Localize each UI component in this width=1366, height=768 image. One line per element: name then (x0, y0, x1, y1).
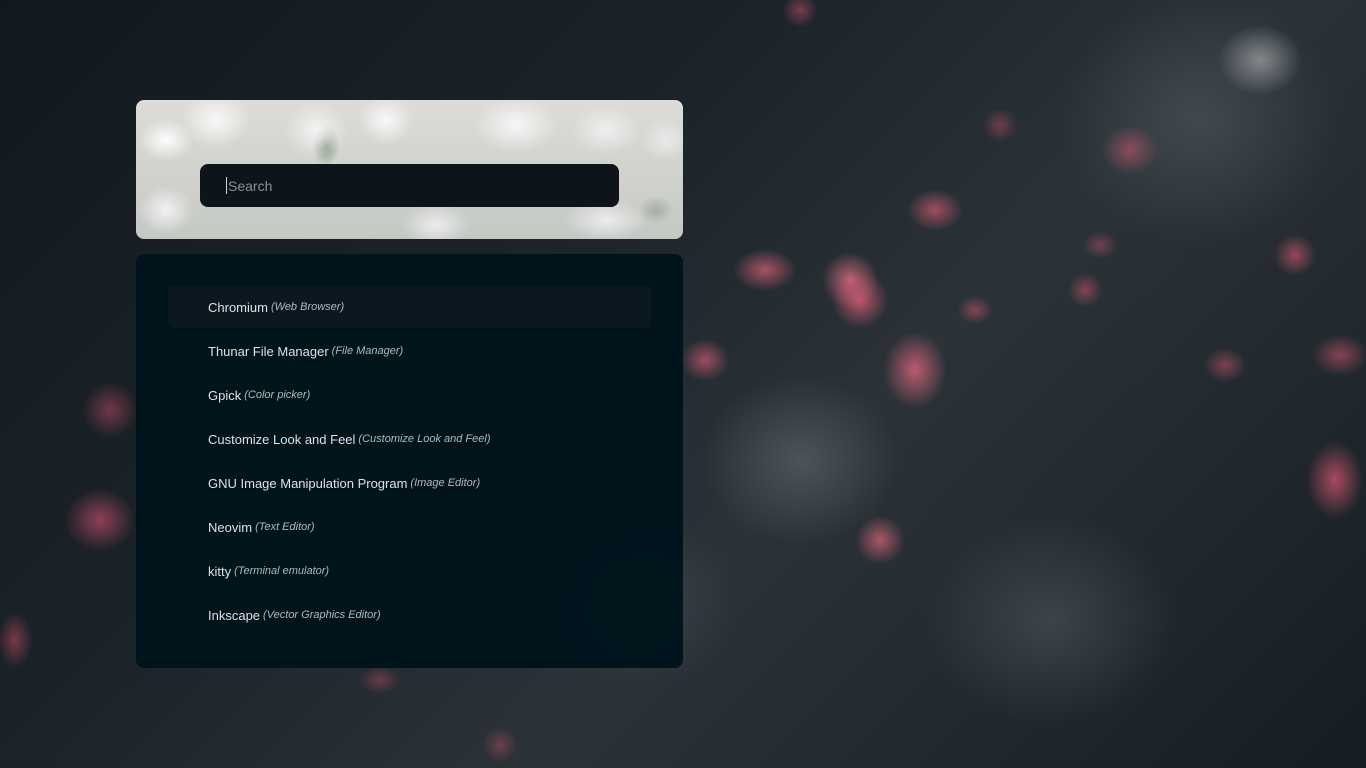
app-description: (Terminal emulator) (234, 565, 330, 577)
search-input[interactable] (228, 177, 608, 194)
list-item[interactable]: Customize Look and Feel (Customize Look … (168, 418, 651, 460)
list-item[interactable]: Neovim (Text Editor) (168, 506, 651, 548)
list-item[interactable]: Chromium (Web Browser) (168, 286, 651, 328)
app-description: (Customize Look and Feel) (358, 433, 491, 445)
app-description: (Text Editor) (255, 521, 315, 533)
app-description: (Vector Graphics Editor) (263, 609, 381, 621)
text-cursor (226, 177, 227, 194)
list-item[interactable]: Gpick (Color picker) (168, 374, 651, 416)
app-description: (File Manager) (331, 345, 404, 357)
app-name: Thunar File Manager (208, 343, 329, 359)
app-name: Gpick (208, 387, 242, 403)
app-name: Neovim (208, 519, 253, 535)
app-name: GNU Image Manipulation Program (208, 475, 408, 491)
app-name: Inkscape (208, 607, 261, 623)
app-name: kitty (208, 563, 232, 579)
app-launcher: Chromium (Web Browser) Thunar File Manag… (136, 100, 683, 668)
launcher-header-image (136, 100, 683, 239)
results-list: Chromium (Web Browser) Thunar File Manag… (136, 254, 683, 668)
app-description: (Web Browser) (270, 301, 345, 313)
app-description: (Color picker) (244, 389, 311, 401)
search-bar[interactable] (200, 164, 619, 207)
list-item[interactable]: kitty (Terminal emulator) (168, 550, 651, 592)
list-item[interactable]: Thunar File Manager (File Manager) (168, 330, 651, 372)
app-description: (Image Editor) (410, 477, 481, 489)
app-name: Chromium (208, 299, 268, 315)
list-item[interactable]: Inkscape (Vector Graphics Editor) (168, 594, 651, 636)
list-item[interactable]: GNU Image Manipulation Program (Image Ed… (168, 462, 651, 504)
app-name: Customize Look and Feel (208, 431, 356, 447)
